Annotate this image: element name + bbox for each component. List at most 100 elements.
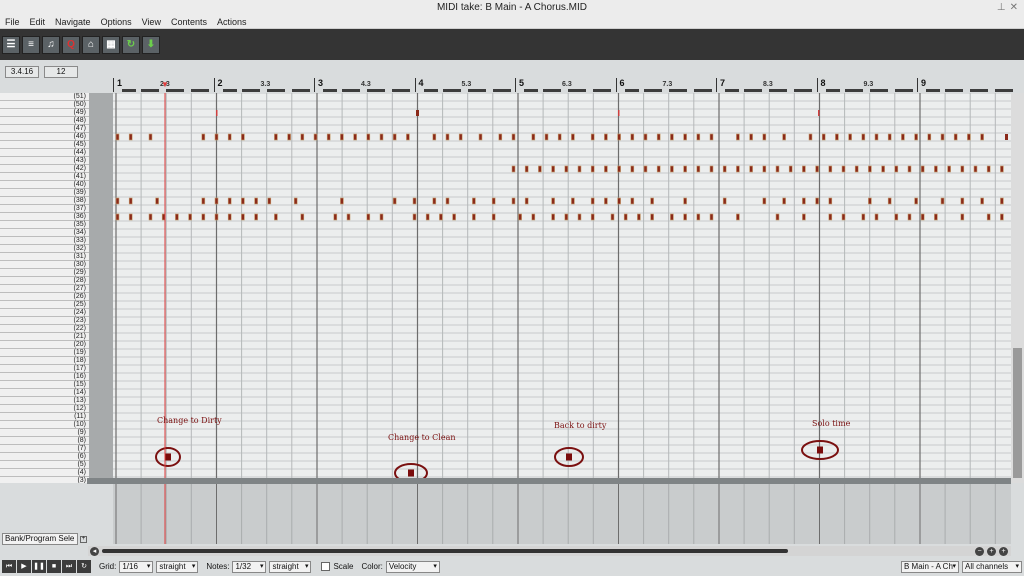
midi-note[interactable] [815,165,819,173]
midi-note[interactable] [346,213,351,221]
menu-actions[interactable]: Actions [212,16,252,28]
piano-key[interactable]: (6) [0,453,89,461]
midi-note[interactable] [782,133,786,141]
midi-note[interactable] [340,133,344,141]
menu-edit[interactable]: Edit [25,16,51,28]
midi-note[interactable] [148,133,153,141]
midi-note[interactable] [953,133,958,141]
midi-note[interactable] [986,165,991,173]
midi-note[interactable] [722,165,727,173]
notes-select[interactable]: 1/32 [232,560,267,573]
midi-note[interactable] [973,165,978,173]
midi-note[interactable] [848,133,852,141]
midi-note[interactable] [1005,134,1008,140]
notes-mode-select[interactable]: straight [269,560,312,573]
midi-note[interactable] [709,213,714,221]
midi-note[interactable] [874,213,879,221]
midi-note[interactable] [392,133,397,141]
midi-note[interactable] [670,133,674,141]
midi-note[interactable] [617,197,621,205]
midi-note[interactable] [274,213,278,221]
midi-note[interactable] [458,133,463,141]
midi-note[interactable] [736,165,740,173]
midi-note[interactable] [643,165,648,173]
midi-note[interactable] [115,197,120,205]
midi-note[interactable] [511,165,516,173]
midi-note[interactable] [412,197,417,205]
midi-note[interactable] [762,197,767,205]
loop-icon[interactable]: ↻ [122,35,140,54]
midi-note[interactable] [762,133,767,141]
midi-note[interactable] [861,213,866,221]
midi-note[interactable] [353,133,357,141]
midi-note[interactable] [670,213,674,221]
midi-note[interactable] [201,197,206,205]
scroll-left-icon[interactable]: ◂ [90,547,99,556]
midi-note[interactable] [907,165,912,173]
midi-note[interactable] [577,165,582,173]
midi-note[interactable] [128,133,133,141]
grid-mode-select[interactable]: straight [156,560,199,573]
midi-note[interactable] [920,165,925,173]
midi-note[interactable] [894,213,899,221]
midi-note[interactable] [604,133,608,141]
pause-icon[interactable]: ❚❚ [32,560,46,573]
midi-note[interactable] [175,213,179,221]
midi-note[interactable] [188,213,192,221]
midi-note[interactable] [201,213,206,221]
midi-note[interactable] [313,133,318,141]
midi-note[interactable] [518,213,522,221]
midi-note[interactable] [881,165,885,173]
menu-view[interactable]: View [137,16,166,28]
midi-note[interactable] [802,165,806,173]
midi-note[interactable] [564,165,569,173]
midi-note[interactable] [564,213,569,221]
midi-note[interactable] [445,197,450,205]
midi-note[interactable] [630,133,635,141]
menu-contents[interactable]: Contents [166,16,212,28]
midi-note[interactable] [887,133,892,141]
menu-navigate[interactable]: Navigate [50,16,96,28]
scale-checkbox[interactable] [321,562,331,571]
midi-note[interactable] [762,165,767,173]
close-icon[interactable]: ✕ [1010,0,1018,16]
keyboard-icon[interactable]: ⌂ [82,35,100,54]
midi-note[interactable] [927,133,932,141]
midi-note[interactable] [571,133,575,141]
midi-note[interactable] [696,133,701,141]
midi-note[interactable] [854,165,859,173]
midi-note[interactable] [340,197,344,205]
midi-note[interactable] [901,133,905,141]
play-icon[interactable]: ▶ [17,560,31,573]
midi-note[interactable] [214,197,219,205]
vertical-scroll-thumb[interactable] [1013,348,1022,478]
download-icon[interactable]: ⬇ [142,35,160,54]
channel-select[interactable]: All channels [962,560,1022,573]
midi-note[interactable] [947,165,951,173]
midi-note[interactable] [656,165,661,173]
midi-note[interactable] [934,165,938,173]
midi-note[interactable] [841,165,846,173]
vertical-scrollbar[interactable] [1011,93,1024,483]
midi-note[interactable] [861,133,866,141]
midi-note[interactable] [491,213,496,221]
midi-note[interactable] [1000,197,1004,205]
midi-note[interactable] [967,133,971,141]
midi-note[interactable] [590,165,595,173]
midi-note[interactable] [828,213,833,221]
midi-note[interactable] [650,213,654,221]
notation-icon[interactable]: ♫ [42,35,60,54]
midi-note[interactable] [630,165,635,173]
midi-note[interactable] [115,213,120,221]
midi-note[interactable] [683,197,687,205]
piano-key[interactable]: (4) [0,469,89,477]
midi-note[interactable] [254,213,258,221]
piano-key[interactable]: (10) [0,421,89,429]
midi-note[interactable] [868,197,872,205]
midi-note[interactable] [379,133,384,141]
midi-note[interactable] [366,213,371,221]
piano-key[interactable]: (5) [0,461,89,469]
position-time-field[interactable]: 3.4.16 [5,66,39,78]
midi-note[interactable] [1000,213,1004,221]
midi-note[interactable] [557,133,562,141]
